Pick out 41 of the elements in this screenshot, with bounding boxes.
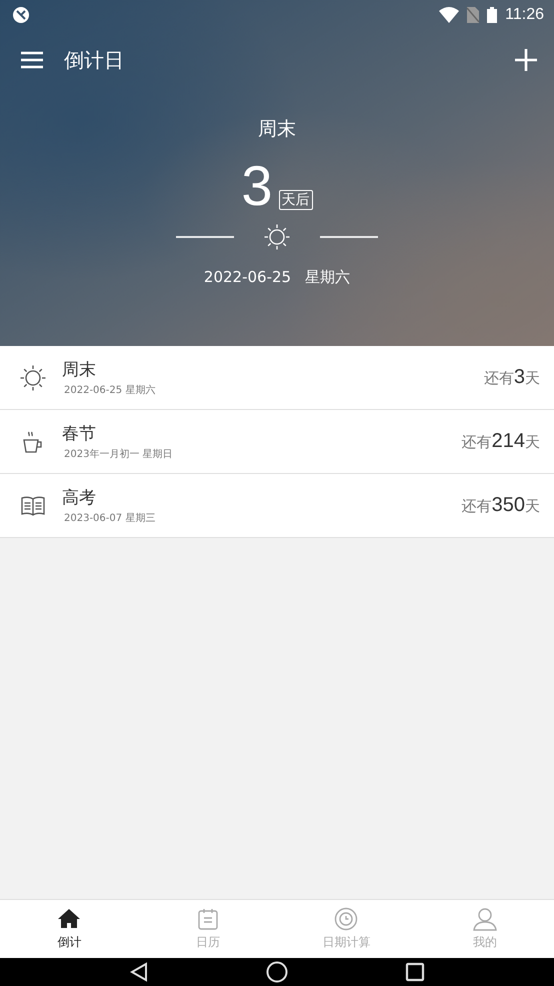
event-date: 2022-06-25 星期六 — [64, 384, 156, 397]
person-icon — [472, 907, 497, 931]
battery-icon — [487, 7, 498, 23]
days-unit: 天后 — [278, 190, 313, 210]
event-name: 高考 — [62, 487, 97, 509]
remaining-days: 350 — [492, 494, 525, 517]
event-date: 2023-06-07 星期三 — [64, 512, 156, 525]
sun-icon — [264, 224, 290, 250]
days-unit: 天 — [525, 433, 540, 452]
nav-tab[interactable]: 倒计 — [0, 900, 138, 958]
event-date: 2022-06-25 — [204, 268, 292, 287]
app-logo-icon — [12, 6, 30, 24]
event-row[interactable]: 春节 2023年一月初一 星期日 还有214天 — [0, 410, 554, 474]
back-button[interactable] — [128, 962, 149, 982]
event-row[interactable]: 高考 2023-06-07 星期三 还有350天 — [0, 474, 554, 538]
event-date: 2023年一月初一 星期日 — [64, 448, 174, 461]
app-title: 倒计日 — [64, 46, 124, 74]
event-name: 春节 — [62, 423, 97, 445]
recents-button[interactable] — [405, 962, 426, 982]
no-sim-icon — [467, 7, 480, 23]
days-unit: 天 — [525, 497, 540, 516]
remaining-label: 还有 — [462, 433, 492, 452]
event-title: 周末 — [258, 117, 296, 142]
remaining-label: 还有 — [462, 497, 492, 516]
home-button[interactable] — [266, 961, 288, 983]
home-icon — [57, 907, 82, 931]
event-row[interactable]: 周末 2022-06-25 星期六 还有3天 — [0, 346, 554, 410]
event-name: 周末 — [62, 359, 97, 381]
days-count: 3 — [241, 156, 273, 216]
remaining-days: 214 — [492, 430, 525, 453]
clock-icon — [334, 907, 358, 931]
days-unit: 天 — [525, 369, 540, 388]
calendar-icon — [196, 907, 220, 931]
menu-button[interactable] — [20, 51, 44, 69]
remaining-days: 3 — [514, 366, 525, 389]
clock-time: 11:26 — [505, 6, 544, 24]
sun-icon — [20, 364, 46, 390]
event-weekday: 星期六 — [305, 268, 350, 287]
wifi-icon — [439, 7, 460, 23]
remaining-label: 还有 — [484, 369, 514, 388]
add-button[interactable] — [514, 48, 538, 72]
